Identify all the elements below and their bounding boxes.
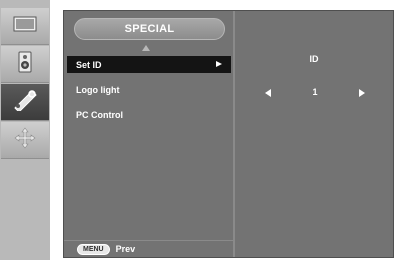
- menu-title: SPECIAL: [74, 18, 225, 40]
- category-sidebar: [0, 0, 50, 260]
- menu-list-panel: SPECIAL Set ID Logo light PC Control MEN…: [64, 11, 235, 257]
- audio-category-button[interactable]: [1, 46, 49, 83]
- position-icon: [14, 127, 36, 154]
- menu-key-icon[interactable]: MENU: [77, 243, 110, 255]
- special-category-button[interactable]: [1, 84, 49, 121]
- picture-category-button[interactable]: [1, 8, 49, 45]
- id-value: 1: [312, 87, 318, 97]
- menu-item-logo-light[interactable]: Logo light: [67, 81, 231, 98]
- picture-icon: [13, 16, 37, 37]
- setting-label: ID: [309, 54, 319, 64]
- id-value-selector[interactable]: 1: [265, 87, 365, 99]
- chevron-right-icon: [216, 61, 222, 67]
- menu-item-set-id[interactable]: Set ID: [67, 56, 231, 73]
- increase-arrow-icon[interactable]: [359, 89, 365, 97]
- menu-item-label: Set ID: [76, 59, 102, 70]
- menu-item-label: PC Control: [76, 109, 123, 120]
- audio-icon: [18, 51, 32, 78]
- scroll-up-icon[interactable]: [142, 45, 150, 51]
- menu-item-label: Logo light: [76, 84, 120, 95]
- osd-menu-window: SPECIAL Set ID Logo light PC Control MEN…: [63, 10, 394, 258]
- position-category-button[interactable]: [1, 122, 49, 159]
- menu-item-pc-control[interactable]: PC Control: [67, 106, 231, 123]
- special-icon: [12, 89, 38, 116]
- prev-label: Prev: [115, 244, 136, 254]
- footer-bar: MENU Prev: [64, 240, 235, 257]
- setting-panel: ID 1: [235, 11, 393, 257]
